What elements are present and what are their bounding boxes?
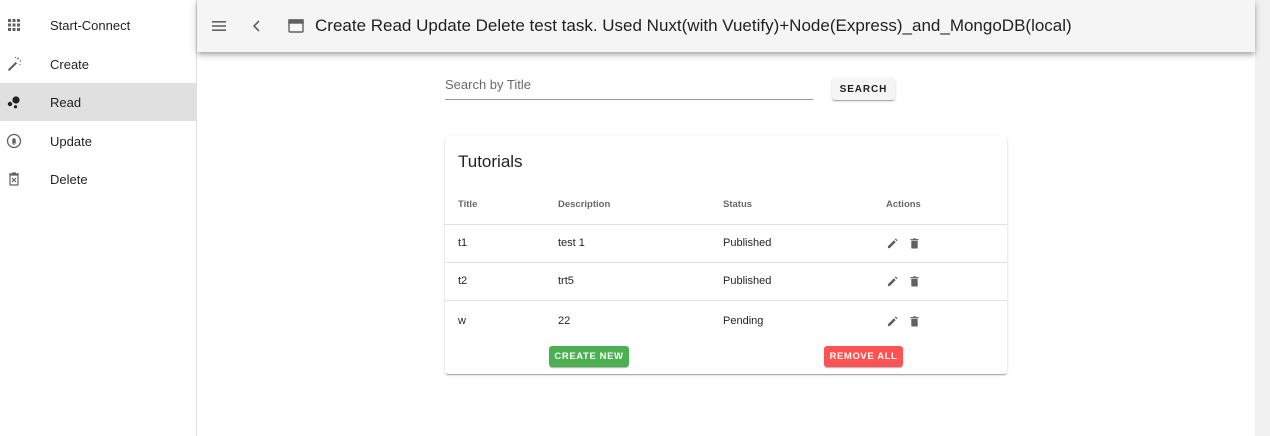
- tutorials-card: Tutorials Title Description Status Actio…: [445, 136, 1007, 374]
- nav-label: Delete: [50, 171, 88, 187]
- web-window-icon[interactable]: [284, 14, 308, 38]
- trash-x-icon: [6, 171, 22, 187]
- menu-icon[interactable]: [207, 14, 231, 38]
- apps-grid-icon: [6, 17, 22, 33]
- column-header-status: Status: [723, 199, 753, 210]
- column-header-description: Description: [558, 199, 611, 210]
- cell-title: t2: [458, 275, 468, 287]
- edit-icon[interactable]: [886, 237, 898, 249]
- cell-status: Pending: [723, 315, 764, 327]
- nav-item-update[interactable]: Update: [0, 122, 196, 160]
- search-input[interactable]: [445, 74, 813, 100]
- delete-icon[interactable]: [908, 315, 920, 327]
- nav-label: Update: [50, 133, 92, 149]
- table-row: t1 test 1 Published: [445, 224, 1007, 262]
- edit-icon[interactable]: [886, 315, 898, 327]
- nav-label: Start-Connect: [50, 17, 131, 33]
- navigation-drawer: Start-Connect Create Read Update Delete: [0, 0, 197, 436]
- nav-item-start-connect[interactable]: Start-Connect: [0, 6, 196, 44]
- delete-icon[interactable]: [908, 237, 920, 249]
- app-bar: Create Read Update Delete test task. Use…: [197, 0, 1255, 52]
- nav-label: Create: [50, 56, 90, 72]
- nav-label: Read: [50, 94, 82, 110]
- page-title: Create Read Update Delete test task. Use…: [315, 16, 1072, 35]
- column-header-actions: Actions: [886, 199, 921, 210]
- scrollbar[interactable]: [1255, 0, 1270, 436]
- search-button[interactable]: SEARCH: [832, 78, 895, 100]
- delete-icon[interactable]: [908, 275, 920, 287]
- magic-wand-icon: [6, 56, 22, 72]
- cell-description: test 1: [558, 237, 585, 249]
- create-new-button[interactable]: CREATE NEW: [549, 346, 629, 367]
- table-row: w 22 Pending: [445, 300, 1007, 338]
- cell-description: 22: [558, 315, 571, 327]
- card-title: Tutorials: [458, 152, 523, 171]
- chevron-left-icon[interactable]: [245, 14, 269, 38]
- table-row: t2 trt5 Published: [445, 262, 1007, 300]
- column-header-title: Title: [458, 199, 478, 210]
- bubble-chart-icon: [6, 94, 22, 110]
- nav-item-delete[interactable]: Delete: [0, 160, 196, 198]
- cell-description: trt5: [558, 275, 574, 287]
- edit-icon[interactable]: [886, 275, 898, 287]
- cell-status: Published: [723, 275, 772, 287]
- bell-circle-icon: [6, 133, 22, 149]
- remove-all-button[interactable]: REMOVE ALL: [824, 346, 903, 367]
- cell-title: w: [458, 315, 466, 327]
- nav-item-create[interactable]: Create: [0, 45, 196, 83]
- cell-status: Published: [723, 237, 772, 249]
- cell-title: t1: [458, 237, 468, 249]
- nav-item-read[interactable]: Read: [0, 83, 196, 121]
